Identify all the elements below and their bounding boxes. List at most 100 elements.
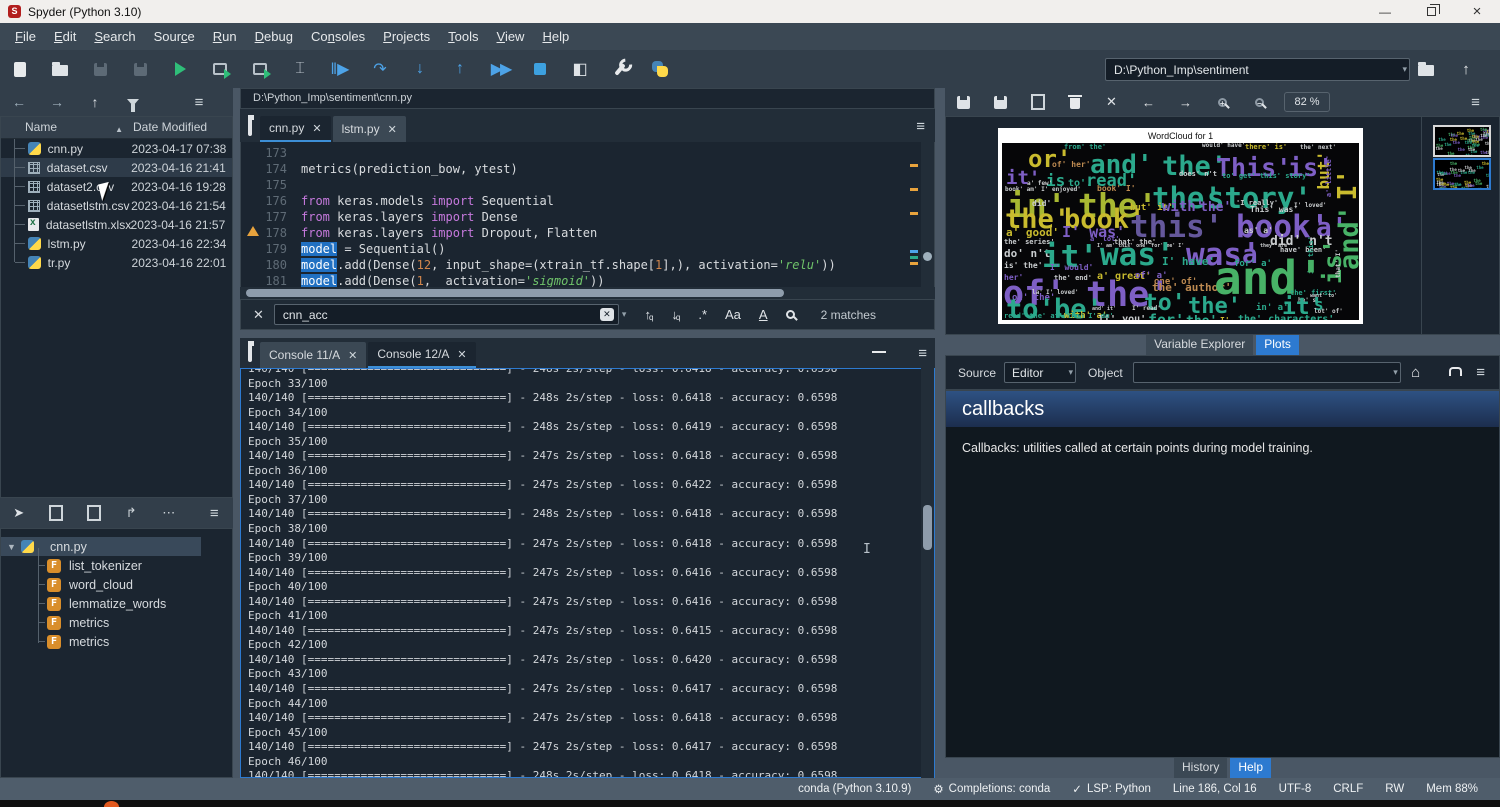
files-options-button[interactable]: ≡ [180, 89, 218, 115]
clear-search-icon[interactable]: ✕ [600, 308, 614, 321]
step-into-button[interactable]: ↓ [400, 52, 440, 86]
save-all-plots-button[interactable] [982, 89, 1019, 115]
outline-function-item[interactable]: Fmetrics [1, 632, 232, 651]
maximize-pane-button[interactable]: ◧ [560, 52, 600, 86]
file-row[interactable]: cnn.py2023-04-17 07:38 [1, 139, 232, 158]
zoom-out-button[interactable]: − [1241, 89, 1278, 115]
working-directory-combo[interactable]: D:\Python_Imp\sentiment ▾ [1105, 58, 1410, 81]
outline-collapse-button[interactable] [38, 500, 76, 526]
whole-word-toggle[interactable]: A [759, 307, 768, 322]
run-file-button[interactable] [160, 52, 200, 86]
tab-history[interactable]: History [1174, 758, 1227, 778]
help-home-button[interactable]: ⌂ [1411, 364, 1420, 381]
close-button[interactable]: × [1454, 0, 1500, 23]
browse-tabs-button[interactable] [248, 343, 252, 361]
files-forward-button[interactable]: → [38, 89, 76, 115]
file-row[interactable]: lstm.py2023-04-16 22:34 [1, 234, 232, 253]
menu-tools[interactable]: Tools [439, 25, 487, 48]
files-filter-button[interactable] [114, 89, 152, 115]
console-vscrollbar[interactable] [921, 368, 934, 778]
debug-file-button[interactable]: ‖▶ [320, 52, 360, 86]
menu-help[interactable]: Help [533, 25, 578, 48]
close-search-button[interactable]: ✕ [253, 307, 264, 323]
console-options-button[interactable]: ≡ [918, 345, 927, 363]
outline-function-item[interactable]: Flist_tokenizer [1, 556, 232, 575]
help-source-combo[interactable]: Editor ▾ [1004, 362, 1076, 383]
outline-root-item[interactable]: ▼ cnn.py [1, 537, 201, 556]
previous-plot-button[interactable]: ← [1130, 89, 1167, 115]
browse-working-dir-button[interactable] [1406, 52, 1446, 86]
search-highlight-button[interactable] [786, 310, 795, 319]
column-header-date[interactable]: Date Modified [129, 117, 232, 138]
tab-variable-explorer[interactable]: Variable Explorer [1146, 335, 1253, 355]
menu-view[interactable]: View [488, 25, 534, 48]
parent-dir-button[interactable]: ↑ [1446, 52, 1486, 86]
menu-search[interactable]: Search [85, 25, 144, 48]
column-header-name[interactable]: Name ▲ [1, 117, 129, 138]
file-row[interactable]: dataset2.csv2023-04-16 19:28 [1, 177, 232, 196]
menu-projects[interactable]: Projects [374, 25, 439, 48]
menu-file[interactable]: File [6, 25, 45, 48]
python-env-button[interactable] [640, 52, 680, 86]
code-editor[interactable]: 173174metrics(prediction_bow, ytest)1751… [240, 142, 935, 287]
outline-function-item[interactable]: Flemmatize_words [1, 594, 232, 613]
editor-hscrollbar[interactable] [240, 287, 935, 299]
save-plot-button[interactable] [945, 89, 982, 115]
console-tab-Console-11-A[interactable]: Console 11/A✕ [260, 342, 366, 368]
chevron-down-icon[interactable]: ▼ [7, 542, 21, 552]
find-next-button[interactable]: ↓q [671, 307, 680, 322]
open-file-button[interactable] [40, 52, 80, 86]
case-sensitive-toggle[interactable]: Aa [725, 307, 741, 322]
new-file-button[interactable] [0, 52, 40, 86]
outline-more-button[interactable]: ⋯ [150, 500, 188, 526]
file-row[interactable]: datasetlstm.csv2023-04-16 21:54 [1, 196, 232, 215]
outline-follow-button[interactable]: ↱ [113, 500, 151, 526]
outline-options-button[interactable]: ≡ [196, 500, 234, 526]
menu-edit[interactable]: Edit [45, 25, 85, 48]
find-previous-button[interactable]: ↑q [644, 307, 653, 322]
next-plot-button[interactable]: → [1167, 89, 1204, 115]
zoom-in-button[interactable]: + [1204, 89, 1241, 115]
files-up-button[interactable]: ↑ [76, 89, 114, 115]
plots-options-button[interactable]: ≡ [1457, 89, 1494, 115]
hscroll-thumb[interactable] [246, 289, 784, 297]
continue-button[interactable]: ▶▶ [480, 52, 520, 86]
save-all-button[interactable] [120, 52, 160, 86]
minimize-button[interactable]: — [1362, 0, 1408, 23]
file-row[interactable]: datasetlstm.xlsx2023-04-16 21:57 [1, 215, 232, 234]
stop-debug-button[interactable] [520, 52, 560, 86]
editor-tab-cnn.py[interactable]: cnn.py✕ [260, 116, 331, 142]
run-selection-button[interactable]: ⌶ [280, 52, 320, 86]
file-row[interactable]: tr.py2023-04-16 22:01 [1, 253, 232, 272]
restore-button[interactable] [1408, 0, 1454, 23]
preferences-button[interactable] [600, 52, 640, 86]
outline-function-item[interactable]: Fword_cloud [1, 575, 232, 594]
editor-options-button[interactable]: ≡ [916, 118, 925, 136]
outline-goto-cursor-button[interactable]: ➤ [0, 500, 38, 526]
step-return-button[interactable]: ↑ [440, 52, 480, 86]
menu-source[interactable]: Source [145, 25, 204, 48]
close-tab-icon[interactable]: ✕ [388, 123, 397, 136]
regex-toggle[interactable]: .* [698, 307, 707, 322]
taskbar-app-icon[interactable] [104, 801, 119, 807]
remove-plot-button[interactable] [1056, 89, 1093, 115]
plot-thumbnail-2[interactable]: thethethethethethethethethethethethethet… [1433, 158, 1491, 190]
search-input[interactable] [274, 304, 619, 325]
wordcloud-figure[interactable]: WordCloud for 1 from' the'would' have'th… [998, 128, 1363, 324]
menu-debug[interactable]: Debug [246, 25, 302, 48]
help-object-combo[interactable]: ▾ [1133, 362, 1401, 383]
editor-vscrollbar[interactable] [921, 142, 934, 287]
ipython-console-output[interactable]: 140/140 [==============================]… [240, 368, 935, 778]
file-row[interactable]: dataset.csv2023-04-16 21:41 [1, 158, 232, 177]
step-over-button[interactable]: ↷ [360, 52, 400, 86]
tab-plots[interactable]: Plots [1256, 335, 1299, 355]
save-button[interactable] [80, 52, 120, 86]
close-tab-icon[interactable]: ✕ [312, 122, 321, 135]
editor-tab-lstm.py[interactable]: lstm.py✕ [333, 116, 406, 142]
copy-plot-button[interactable] [1019, 89, 1056, 115]
console-scroll-handle[interactable] [923, 505, 932, 550]
help-options-button[interactable]: ≡ [1476, 364, 1485, 381]
files-back-button[interactable]: ← [0, 89, 38, 115]
close-tab-icon[interactable]: ✕ [348, 349, 357, 362]
console-tab-Console-12-A[interactable]: Console 12/A✕ [368, 342, 475, 368]
